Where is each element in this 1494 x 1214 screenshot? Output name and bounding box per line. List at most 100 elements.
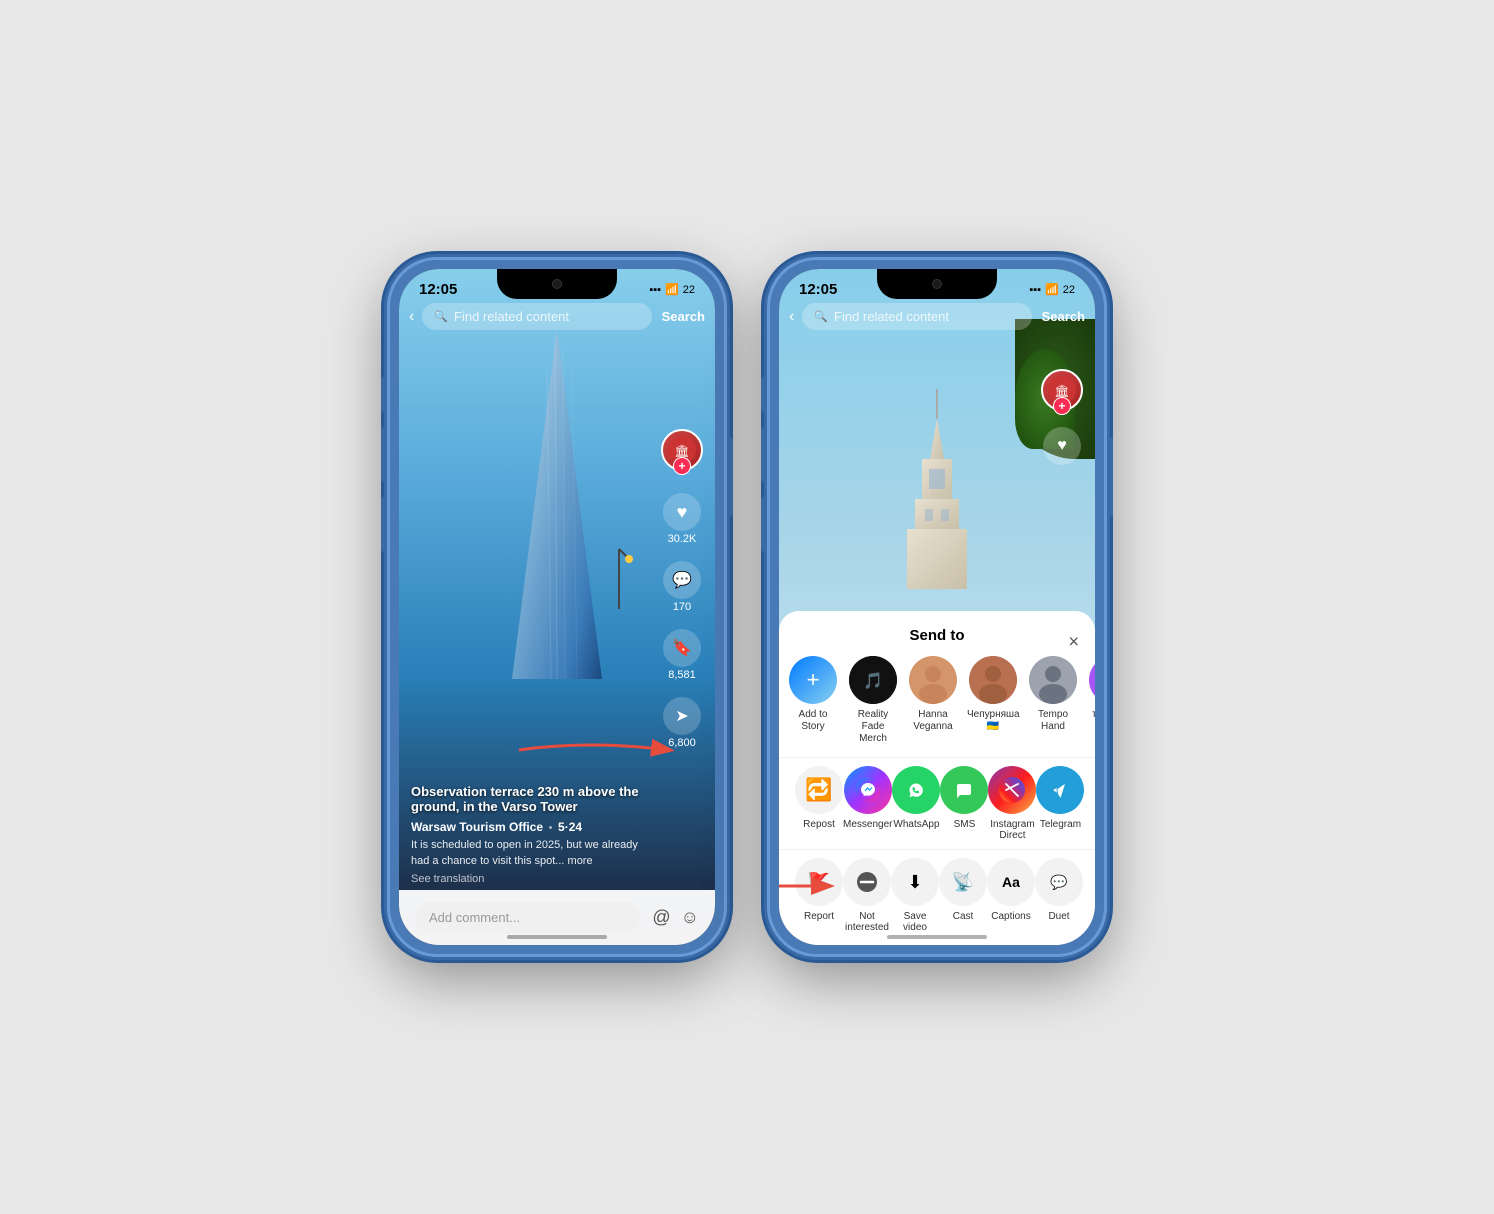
add-story-avatar: + — [789, 656, 837, 704]
phone-1: 12:05 ▪▪▪ 📶 22 ‹ 🔍 Find related content … — [387, 257, 727, 957]
chep-img — [969, 656, 1017, 704]
action-not-interested[interactable]: Not interested — [843, 858, 891, 933]
sheet-title: Send to — [910, 627, 965, 644]
notch — [497, 269, 617, 299]
like-action[interactable]: ♥ 30.2K — [663, 493, 701, 545]
action-cast[interactable]: 📡 Cast — [939, 858, 987, 933]
search-container-2[interactable]: 🔍 Find related content — [802, 303, 1031, 330]
video-user[interactable]: Warsaw Tourism Office 5·24 — [411, 820, 655, 834]
search-button-1[interactable]: Search — [662, 309, 705, 324]
like-icon-2[interactable]: ♥ — [1043, 427, 1081, 465]
follow-badge[interactable]: + — [673, 457, 691, 475]
telegram-logo — [1047, 777, 1073, 803]
back-button-1[interactable]: ‹ — [409, 308, 414, 326]
app-whatsapp[interactable]: WhatsApp — [892, 766, 940, 841]
action-name-save: Save video — [891, 911, 939, 933]
hanna-img — [909, 656, 957, 704]
tornvi-img — [1089, 656, 1095, 704]
search-placeholder-2: Find related content — [834, 309, 949, 324]
comment-input[interactable]: Add comment... — [415, 902, 640, 933]
status-icons-2: ▪▪▪ 📶 22 — [1029, 283, 1075, 296]
search-bar-1: ‹ 🔍 Find related content Search — [399, 299, 715, 334]
messenger-logo — [855, 777, 881, 803]
whatsapp-icon — [892, 766, 940, 814]
palace-svg — [897, 389, 977, 589]
volume-btn-6 — [761, 497, 766, 552]
action-save-video[interactable]: ⬇ Save video — [891, 858, 939, 933]
hanna-avatar — [909, 656, 957, 704]
action-buttons-1: 🏛 + ♥ 30.2K 💬 170 🔖 8,581 ➤ 6,800 — [661, 429, 703, 749]
app-sms[interactable]: SMS — [940, 766, 988, 841]
home-indicator-1 — [507, 935, 607, 939]
contact-name-chep: Чепурняша 🇺🇦 — [967, 709, 1019, 733]
sms-logo — [951, 777, 977, 803]
video-overlay-1: Observation terrace 230 m above the grou… — [411, 784, 655, 885]
contact-name-story: Add to Story — [787, 709, 839, 733]
app-name-messenger: Messenger — [843, 819, 892, 830]
instagram-logo — [999, 777, 1025, 803]
video-description: It is scheduled to open in 2025, but we … — [411, 838, 655, 869]
follow-badge-2[interactable]: + — [1053, 397, 1071, 415]
search-icon-2: 🔍 — [814, 310, 828, 323]
messenger-icon — [844, 766, 892, 814]
comment-count: 170 — [673, 601, 691, 613]
video-title: Observation terrace 230 m above the grou… — [411, 784, 655, 814]
action-buttons-2: 🏛 + ♥ — [1041, 369, 1083, 465]
at-icon[interactable]: @ — [652, 907, 670, 928]
contact-tornvi[interactable]: торнві і її пріколи — [1087, 656, 1095, 745]
contact-add-story[interactable]: + Add to Story — [787, 656, 839, 745]
post-date: 5·24 — [558, 820, 582, 834]
action-duet[interactable]: 💬 Duet — [1035, 858, 1083, 933]
app-telegram[interactable]: Telegram — [1036, 766, 1084, 841]
contact-reality-fade[interactable]: 🎵 Reality Fade Merch — [847, 656, 899, 745]
save-action[interactable]: 🔖 8,581 — [663, 629, 701, 681]
power-btn-2 — [1108, 437, 1113, 517]
action-name-captions: Captions — [991, 911, 1030, 922]
tornvi-avatar — [1089, 656, 1095, 704]
comment-action[interactable]: 💬 170 — [663, 561, 701, 613]
camera — [552, 279, 562, 289]
phone-screen-2: 12:05 ▪▪▪ 📶 22 ‹ 🔍 Find related content … — [779, 269, 1095, 945]
app-name-sms: SMS — [954, 819, 976, 830]
signal-icon-2: ▪▪▪ — [1029, 284, 1041, 296]
wifi-icon-2: 📶 — [1045, 283, 1059, 296]
see-translation[interactable]: See translation — [411, 873, 655, 885]
contact-name-reality: Reality Fade Merch — [847, 709, 899, 745]
search-container-1[interactable]: 🔍 Find related content — [422, 303, 651, 330]
close-button[interactable]: × — [1068, 631, 1079, 652]
contact-name-tornvi: торнві і її пріколи — [1087, 709, 1095, 733]
search-bar-2: ‹ 🔍 Find related content Search — [779, 299, 1095, 334]
instagram-direct-icon — [988, 766, 1036, 814]
duet-icon: 💬 — [1035, 858, 1083, 906]
chep-avatar — [969, 656, 1017, 704]
save-icon: 🔖 — [663, 629, 701, 667]
contact-name-tempo: Tempo Hand — [1027, 709, 1079, 733]
tempo-img — [1029, 656, 1077, 704]
contact-tempo[interactable]: Tempo Hand — [1027, 656, 1079, 745]
apps-row: 🔁 Repost — [779, 757, 1095, 849]
dot-separator — [549, 826, 552, 829]
time-1: 12:05 — [419, 281, 457, 298]
search-button-2[interactable]: Search — [1042, 309, 1085, 324]
action-captions[interactable]: Aa Captions — [987, 858, 1035, 933]
phone-screen-1: 12:05 ▪▪▪ 📶 22 ‹ 🔍 Find related content … — [399, 269, 715, 945]
arrow-annotation — [509, 730, 689, 770]
app-repost[interactable]: 🔁 Repost — [795, 766, 843, 841]
reality-fade-img: 🎵 — [849, 656, 897, 704]
contact-hanna[interactable]: Hanna Veganna — [907, 656, 959, 745]
app-instagram-direct[interactable]: Instagram Direct — [988, 766, 1036, 841]
avatar-container: 🏛 + — [661, 429, 703, 471]
action-name-not-interested: Not interested — [843, 911, 891, 933]
app-messenger[interactable]: Messenger — [843, 766, 892, 841]
contact-chep[interactable]: Чепурняша 🇺🇦 — [967, 656, 1019, 745]
sms-icon — [940, 766, 988, 814]
back-button-2[interactable]: ‹ — [789, 308, 794, 326]
notch-2 — [877, 269, 997, 299]
app-name-instagram: Instagram Direct — [988, 819, 1036, 841]
action-name-report: Report — [804, 911, 834, 922]
search-placeholder-1: Find related content — [454, 309, 569, 324]
action-name-duet: Duet — [1048, 911, 1069, 922]
volume-btn-4 — [761, 377, 766, 412]
emoji-icon[interactable]: ☺ — [681, 907, 699, 928]
user-name: Warsaw Tourism Office — [411, 820, 543, 834]
